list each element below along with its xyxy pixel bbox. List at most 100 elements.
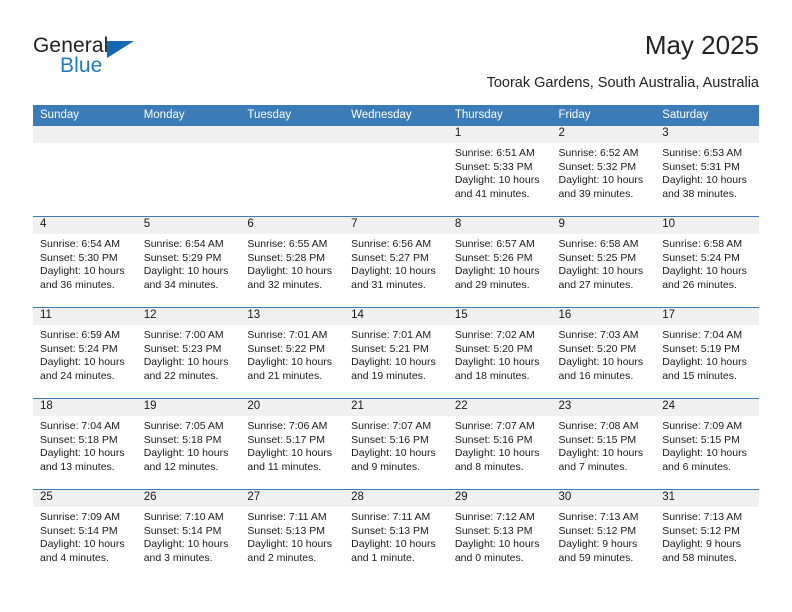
day-cell-inner: 21 Sunrise: 7:07 AM Sunset: 5:16 PM Dayligh…	[344, 399, 448, 489]
calendar-day-cell[interactable]: 4 Sunrise: 6:54 AM Sunset: 5:30 PM Daylight…	[33, 216, 137, 308]
calendar-day-cell[interactable]: 22 Sunrise: 7:07 AM Sunset: 5:16 PM Dayligh…	[447, 398, 552, 490]
day-cell-inner: 16 Sunrise: 7:03 AM Sunset: 5:20 PM Dayligh…	[551, 308, 656, 398]
daylight-duration-line2: and 7 minutes.	[558, 460, 628, 473]
daylight-duration-line2: and 29 minutes.	[454, 278, 530, 291]
daylight-duration-line2: and 59 minutes.	[558, 551, 634, 564]
calendar-week-row: 11 Sunrise: 6:59 AM Sunset: 5:24 PM Dayligh…	[33, 307, 759, 399]
calendar-day-cell[interactable]: 20 Sunrise: 7:06 AM Sunset: 5:17 PM Dayligh…	[240, 398, 345, 490]
day-number: 6	[240, 217, 345, 234]
day-cell-details: Sunrise: 7:07 AM Sunset: 5:16 PM Daylight:…	[448, 416, 552, 474]
weekday-header-sunday: Sunday	[33, 105, 137, 126]
calendar-day-cell[interactable]: 27 Sunrise: 7:11 AM Sunset: 5:13 PM Dayligh…	[240, 489, 345, 580]
day-cell-inner: 8 Sunrise: 6:57 AM Sunset: 5:26 PM Daylight…	[447, 217, 552, 307]
calendar-day-cell[interactable]: 11 Sunrise: 6:59 AM Sunset: 5:24 PM Dayligh…	[33, 307, 137, 399]
calendar-day-cell[interactable]: 29 Sunrise: 7:12 AM Sunset: 5:13 PM Dayligh…	[447, 489, 552, 580]
calendar-day-cell[interactable]: 23 Sunrise: 7:08 AM Sunset: 5:15 PM Dayligh…	[551, 398, 656, 490]
calendar-day-cell[interactable]: 1 Sunrise: 6:51 AM Sunset: 5:33 PM Daylight…	[447, 126, 552, 217]
calendar-day-cell[interactable]: 6 Sunrise: 6:55 AM Sunset: 5:28 PM Daylight…	[240, 216, 345, 308]
day-number: 14	[344, 308, 448, 325]
calendar-day-cell[interactable]: 17 Sunrise: 7:04 AM Sunset: 5:19 PM Dayligh…	[655, 307, 759, 399]
calendar-day-cell[interactable]: 25 Sunrise: 7:09 AM Sunset: 5:14 PM Dayligh…	[33, 489, 137, 580]
calendar-day-cell[interactable]: 24 Sunrise: 7:09 AM Sunset: 5:15 PM Dayligh…	[655, 398, 759, 490]
day-cell-details: Sunrise: 7:09 AM Sunset: 5:15 PM Daylight:…	[655, 416, 759, 474]
daylight-duration-line1: Daylight: 10 hours	[454, 356, 540, 369]
daylight-duration-line1: Daylight: 10 hours	[662, 447, 747, 460]
weekday-header-thursday: Thursday	[447, 105, 552, 126]
daylight-duration-line1: Daylight: 10 hours	[247, 265, 333, 278]
sunrise-time: Sunrise: 6:52 AM	[558, 147, 639, 159]
calendar-day-cell[interactable]: 13 Sunrise: 7:01 AM Sunset: 5:22 PM Dayligh…	[240, 307, 345, 399]
sunrise-time: Sunrise: 7:02 AM	[454, 329, 535, 341]
calendar-day-cell[interactable]: 8 Sunrise: 6:57 AM Sunset: 5:26 PM Daylight…	[447, 216, 552, 308]
calendar-day-cell[interactable]: 14 Sunrise: 7:01 AM Sunset: 5:21 PM Dayligh…	[344, 307, 448, 399]
calendar-day-cell[interactable]: 28 Sunrise: 7:11 AM Sunset: 5:13 PM Dayligh…	[344, 489, 448, 580]
day-cell-inner	[240, 126, 345, 216]
day-cell-inner	[136, 126, 241, 216]
day-number: 22	[447, 399, 552, 416]
day-number: 16	[551, 308, 656, 325]
sunset-time: Sunset: 5:13 PM	[351, 524, 429, 537]
day-cell-inner: 20 Sunrise: 7:06 AM Sunset: 5:17 PM Dayligh…	[240, 399, 345, 489]
sunset-time: Sunset: 5:20 PM	[558, 342, 637, 355]
sunrise-time: Sunrise: 7:12 AM	[454, 511, 535, 523]
calendar-day-cell[interactable]: 9 Sunrise: 6:58 AM Sunset: 5:25 PM Daylight…	[551, 216, 656, 308]
sunrise-time: Sunrise: 7:07 AM	[454, 420, 535, 432]
calendar-day-cell[interactable]: 2 Sunrise: 6:52 AM Sunset: 5:32 PM Daylight…	[551, 126, 656, 217]
logo[interactable]: General Blue	[33, 34, 153, 86]
calendar-day-cell[interactable]: 7 Sunrise: 6:56 AM Sunset: 5:27 PM Daylight…	[344, 216, 448, 308]
day-cell-inner: 14 Sunrise: 7:01 AM Sunset: 5:21 PM Dayligh…	[344, 308, 448, 398]
sunset-time: Sunset: 5:32 PM	[558, 160, 637, 173]
daylight-duration-line2: and 38 minutes.	[662, 187, 737, 200]
calendar-day-cell[interactable]: 21 Sunrise: 7:07 AM Sunset: 5:16 PM Dayligh…	[344, 398, 448, 490]
sunrise-time: Sunrise: 7:06 AM	[247, 420, 328, 432]
day-cell-inner: 6 Sunrise: 6:55 AM Sunset: 5:28 PM Daylight…	[240, 217, 345, 307]
calendar-day-cell[interactable]: 3 Sunrise: 6:53 AM Sunset: 5:31 PM Daylight…	[655, 126, 759, 217]
daylight-duration-line2: and 6 minutes.	[662, 460, 732, 473]
sunrise-time: Sunrise: 7:04 AM	[662, 329, 743, 341]
day-cell-details: Sunrise: 7:09 AM Sunset: 5:14 PM Daylight:…	[33, 507, 137, 565]
daylight-duration-line1: Daylight: 10 hours	[662, 356, 747, 369]
sunrise-time: Sunrise: 7:03 AM	[558, 329, 639, 341]
day-number	[240, 126, 345, 143]
calendar-day-cell[interactable]: 10 Sunrise: 6:58 AM Sunset: 5:24 PM Dayligh…	[655, 216, 759, 308]
daylight-duration-line1: Daylight: 10 hours	[40, 265, 125, 278]
sunrise-time: Sunrise: 6:53 AM	[662, 147, 743, 159]
sunrise-time: Sunrise: 7:04 AM	[40, 420, 120, 432]
daylight-duration-line2: and 15 minutes.	[662, 369, 737, 382]
daylight-duration-line2: and 13 minutes.	[40, 460, 115, 473]
sunrise-time: Sunrise: 7:05 AM	[143, 420, 224, 432]
calendar-day-cell[interactable]: 26 Sunrise: 7:10 AM Sunset: 5:14 PM Dayligh…	[136, 489, 241, 580]
day-cell-details: Sunrise: 7:04 AM Sunset: 5:19 PM Daylight:…	[655, 325, 759, 383]
daylight-duration-line1: Daylight: 10 hours	[143, 265, 229, 278]
daylight-duration-line1: Daylight: 10 hours	[40, 538, 125, 551]
day-cell-details: Sunrise: 6:56 AM Sunset: 5:27 PM Daylight:…	[344, 234, 448, 292]
day-number: 15	[447, 308, 552, 325]
daylight-duration-line2: and 11 minutes.	[247, 460, 322, 473]
day-cell-details: Sunrise: 7:10 AM Sunset: 5:14 PM Daylight:…	[137, 507, 241, 565]
calendar-page: General Blue May 2025 Toorak Gardens, So…	[0, 0, 792, 612]
calendar-day-cell[interactable]: 5 Sunrise: 6:54 AM Sunset: 5:29 PM Daylight…	[136, 216, 241, 308]
calendar-week-row: 18 Sunrise: 7:04 AM Sunset: 5:18 PM Dayligh…	[33, 398, 759, 490]
sunrise-time: Sunrise: 7:11 AM	[247, 511, 327, 523]
daylight-duration-line1: Daylight: 10 hours	[351, 356, 436, 369]
sunset-time: Sunset: 5:26 PM	[454, 251, 533, 264]
day-cell-inner: 2 Sunrise: 6:52 AM Sunset: 5:32 PM Daylight…	[551, 126, 656, 216]
calendar-day-cell[interactable]: 19 Sunrise: 7:05 AM Sunset: 5:18 PM Dayligh…	[136, 398, 241, 490]
calendar-day-cell[interactable]: 31 Sunrise: 7:13 AM Sunset: 5:12 PM Dayligh…	[655, 489, 759, 580]
day-number: 11	[33, 308, 137, 325]
sunset-time: Sunset: 5:19 PM	[662, 342, 740, 355]
sunset-time: Sunset: 5:16 PM	[454, 433, 533, 446]
sunset-time: Sunset: 5:13 PM	[247, 524, 326, 537]
day-cell-inner: 28 Sunrise: 7:11 AM Sunset: 5:13 PM Dayligh…	[344, 490, 448, 580]
calendar-day-cell[interactable]: 18 Sunrise: 7:04 AM Sunset: 5:18 PM Dayligh…	[33, 398, 137, 490]
calendar-day-cell[interactable]: 12 Sunrise: 7:00 AM Sunset: 5:23 PM Dayligh…	[136, 307, 241, 399]
day-number: 7	[344, 217, 448, 234]
day-cell-inner: 22 Sunrise: 7:07 AM Sunset: 5:16 PM Dayligh…	[447, 399, 552, 489]
sunset-time: Sunset: 5:21 PM	[351, 342, 429, 355]
daylight-duration-line1: Daylight: 9 hours	[558, 538, 638, 551]
day-cell-details: Sunrise: 7:02 AM Sunset: 5:20 PM Daylight:…	[448, 325, 552, 383]
day-number: 13	[240, 308, 345, 325]
calendar-day-cell[interactable]: 16 Sunrise: 7:03 AM Sunset: 5:20 PM Dayligh…	[551, 307, 656, 399]
calendar-day-cell[interactable]: 15 Sunrise: 7:02 AM Sunset: 5:20 PM Dayligh…	[447, 307, 552, 399]
calendar-day-cell[interactable]: 30 Sunrise: 7:13 AM Sunset: 5:12 PM Dayligh…	[551, 489, 656, 580]
